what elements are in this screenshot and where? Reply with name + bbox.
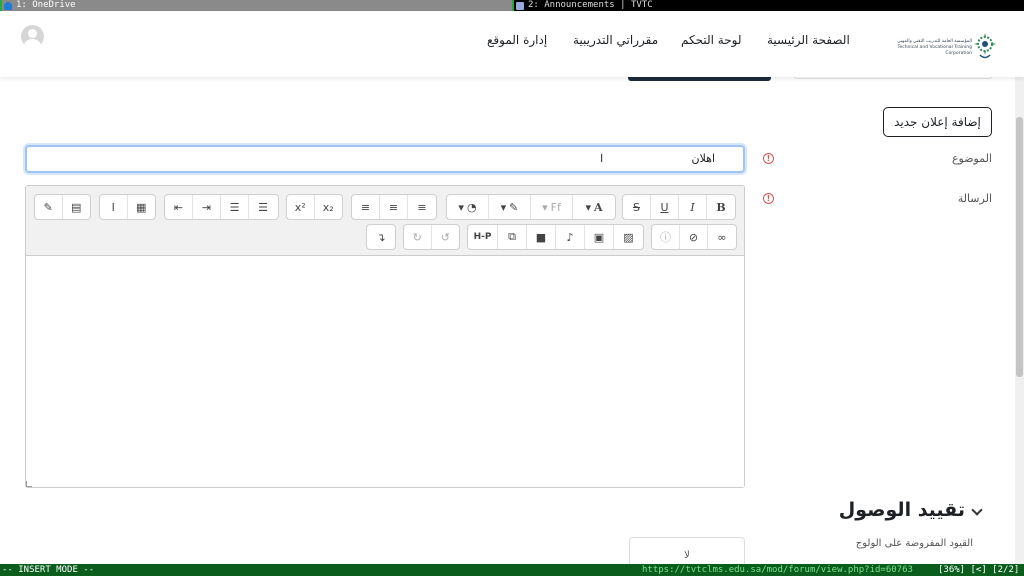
warning-icon[interactable]: ⓘ — [652, 225, 680, 249]
text-cursor-icon[interactable]: I — [100, 195, 128, 219]
align-center-icon[interactable]: ≡ — [380, 195, 408, 219]
user-avatar-icon[interactable] — [21, 25, 44, 48]
toolbar-group-script: x² x₂ — [286, 194, 343, 220]
tvtc-logo[interactable]: المؤسسة العامة للتدريب التقني والمهني Te… — [884, 31, 998, 63]
tab-label: 2: Announcements | TVTC — [528, 0, 653, 10]
toolbar-group-history: ↻ ↺ — [403, 224, 460, 250]
link-icon[interactable]: ∞ — [708, 225, 736, 249]
tab-announcements[interactable]: 2: Announcements | TVTC — [512, 0, 1024, 11]
toolbar-group-tools: ✎ ▤ — [34, 194, 91, 220]
numbered-list-icon[interactable]: ☰ — [221, 195, 249, 219]
browser-tab-bar: 1: OneDrive 2: Announcements | TVTC — [0, 0, 1024, 11]
outdent-icon[interactable]: ⇤ — [165, 195, 193, 219]
media-file-icon[interactable]: ▣ — [585, 225, 614, 249]
text-cursor-icon: I — [600, 152, 604, 165]
restrict-access-heading[interactable]: تقييد الوصول — [830, 499, 965, 521]
subject-label: الموضوع — [951, 152, 992, 165]
expand-toolbar-icon[interactable]: ↴ — [367, 225, 395, 249]
resize-handle-icon[interactable] — [26, 481, 32, 487]
align-right-icon[interactable]: ≡ — [408, 195, 436, 219]
mode-indicator: -- INSERT MODE -- — [2, 565, 95, 575]
logo-mark-icon — [974, 33, 996, 59]
toolbar-group-insert: I ▦ — [99, 194, 156, 220]
italic-icon[interactable]: I — [679, 195, 707, 219]
redo-icon[interactable]: ↻ — [404, 225, 432, 249]
browser-status-bar: -- INSERT MODE -- https://tvtclms.edu.sa… — [0, 564, 1024, 576]
toolbar-group-align: ≡ ≡ ≡ — [351, 194, 437, 220]
video-camera-icon[interactable]: ■ — [527, 225, 556, 249]
strikethrough-icon[interactable]: S — [623, 195, 651, 219]
status-url: https://tvtclms.edu.sa/mod/forum/view.ph… — [642, 565, 913, 575]
nav-site-admin[interactable]: إدارة الموقع — [487, 33, 547, 47]
subject-input[interactable]: اهلان — [25, 145, 745, 173]
indent-icon[interactable]: ⇥ — [193, 195, 221, 219]
align-left-icon[interactable]: ≡ — [352, 195, 380, 219]
image-icon[interactable]: ▨ — [614, 225, 643, 249]
access-restrictions-field[interactable]: لا — [629, 537, 745, 567]
unlink-icon[interactable]: ⊘ — [680, 225, 708, 249]
toolbar-group-lists: ⇤ ⇥ ☰ ☰ — [164, 194, 279, 220]
nav-home[interactable]: الصفحة الرئيسية — [767, 33, 850, 47]
calculator-icon[interactable]: ▤ — [63, 195, 90, 219]
toolbar-group-style: ▾ ◔ ▾ ✎ ▾ Ff ▾ A — [446, 194, 616, 220]
tab-onedrive[interactable]: 1: OneDrive — [0, 0, 512, 11]
highlight-icon[interactable]: ▾ ◔ — [447, 195, 489, 219]
tab-active-marker — [512, 0, 514, 11]
required-icon: ! — [763, 153, 774, 164]
chevron-down-icon[interactable] — [971, 504, 983, 516]
undo-icon[interactable]: ↺ — [432, 225, 459, 249]
h5p-icon[interactable]: H-P — [468, 225, 498, 249]
scroll-position: [36%] [<] [2/2] — [938, 565, 1020, 575]
required-icon: ! — [763, 193, 774, 204]
tab-active-marker — [0, 0, 2, 11]
nav-my-courses[interactable]: مقرراتي التدريبية — [573, 33, 658, 47]
toolbar-group-media: H-P ⧉ ■ ♪ ▣ ▨ — [467, 224, 644, 250]
site-navbar: الصفحة الرئيسية لوحة التحكم مقرراتي التد… — [0, 11, 1024, 77]
subscript-icon[interactable]: x₂ — [315, 195, 342, 219]
site-favicon-icon — [516, 1, 524, 10]
scrollbar-thumb[interactable] — [1016, 117, 1023, 377]
bold-icon[interactable]: B — [707, 195, 735, 219]
font-size-icon[interactable]: ▾ A — [573, 195, 615, 219]
message-label: الرسالة — [957, 192, 992, 205]
cloud-icon — [4, 1, 12, 10]
toolbar-group-format: S U I B — [622, 194, 736, 220]
add-announcement-button[interactable]: إضافة إعلان جديد — [883, 107, 992, 137]
logo-text: المؤسسة العامة للتدريب التقني والمهني Te… — [897, 39, 972, 56]
message-editor-content[interactable] — [26, 257, 744, 487]
paint-brush-icon[interactable]: ▾ ✎ — [489, 195, 531, 219]
font-family-icon[interactable]: ▾ Ff — [531, 195, 573, 219]
message-editor: S U I B ▾ ◔ ▾ ✎ ▾ Ff ▾ A ≡ ≡ ≡ x² x₂ ⇤ ⇥… — [25, 185, 745, 488]
microphone-icon[interactable]: ♪ — [556, 225, 585, 249]
edit-icon[interactable]: ✎ — [35, 195, 63, 219]
bullet-list-icon[interactable]: ☰ — [249, 195, 277, 219]
table-icon[interactable]: ▦ — [128, 195, 155, 219]
underline-icon[interactable]: U — [651, 195, 679, 219]
tab-label: 1: OneDrive — [16, 0, 76, 10]
copy-icon[interactable]: ⧉ — [498, 225, 527, 249]
toolbar-group-links: ⓘ ⊘ ∞ — [651, 224, 737, 250]
toolbar-group-expand: ↴ — [366, 224, 396, 250]
superscript-icon[interactable]: x² — [287, 195, 315, 219]
nav-dashboard[interactable]: لوحة التحكم — [681, 33, 742, 47]
access-restrictions-label: القيود المفروضة على الولوج — [855, 538, 973, 549]
editor-toolbar: S U I B ▾ ◔ ▾ ✎ ▾ Ff ▾ A ≡ ≡ ≡ x² x₂ ⇤ ⇥… — [26, 186, 744, 256]
